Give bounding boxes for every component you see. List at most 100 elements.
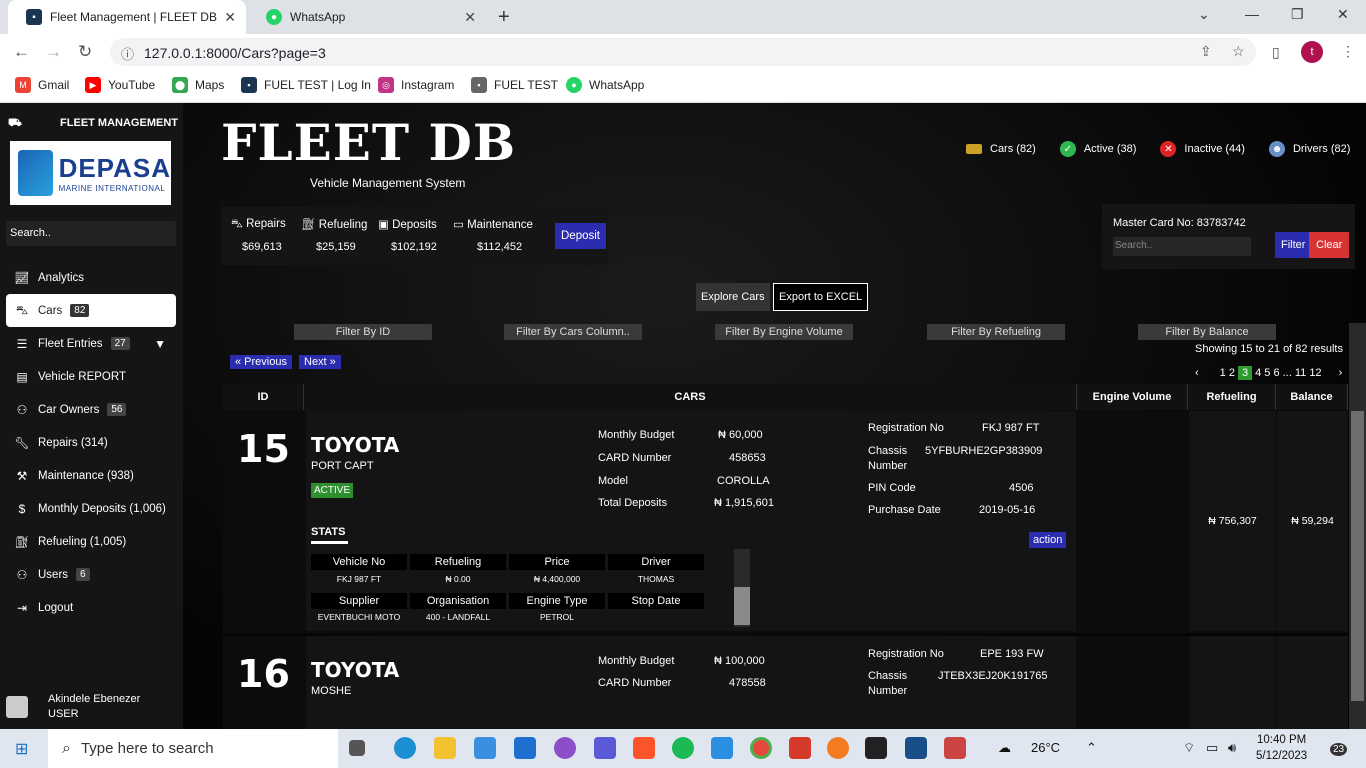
new-tab-button[interactable]: + [498,6,510,29]
header-balance[interactable]: Balance [1276,384,1348,410]
page-links[interactable]: 1 2 [1220,367,1235,379]
chrome-icon[interactable] [750,737,772,759]
sidebar-search-input[interactable]: Search.. [6,221,176,246]
bookmark-instagram[interactable]: ◎ Instagram [378,77,454,93]
info-icon[interactable]: ⓘ [121,44,134,63]
chevron-up-icon[interactable]: ⌃ [1086,740,1097,756]
network-icon[interactable]: ⌔ [1183,740,1195,756]
explore-cars-button[interactable]: Explore Cars [696,283,770,311]
reload-button[interactable]: ↻ [78,42,92,62]
stat-drivers[interactable]: ☻ Drivers (82) [1268,141,1350,157]
office-icon[interactable] [789,737,811,759]
deposit-button[interactable]: Deposit [555,223,606,249]
stat-cars[interactable]: Cars (82) [966,141,1036,157]
next-page-button[interactable]: Next » [299,355,341,369]
stat-inactive[interactable]: ✕ Inactive (44) [1160,141,1245,157]
sidebar-item-refueling[interactable]: ⛽︎ Refueling (1,005) [6,525,176,558]
sidebar-item-maintenance[interactable]: ⚒ Maintenance (938) [6,459,176,492]
spotify-icon[interactable] [672,737,694,759]
sidebar-item-monthly-deposits[interactable]: $ Monthly Deposits (1,006) [6,492,176,525]
action-button[interactable]: action [1029,532,1067,548]
filter-by-cars-column[interactable]: Filter By Cars Column.. [504,324,642,340]
export-excel-button[interactable]: Export to EXCEL [773,283,869,311]
sidebar-item-analytics[interactable]: 📈︎ Analytics [6,261,176,294]
scrollbar-thumb[interactable] [734,587,750,625]
omnibox[interactable]: ⓘ 127.0.0.1:8000/Cars?page=3 ⇪ ☆ [110,38,1256,66]
sidebar-item-repairs[interactable]: 🔧︎ Repairs (314) [6,426,176,459]
bookmark-gmail[interactable]: M Gmail [15,77,69,93]
stats-scrollbar[interactable] [734,549,750,627]
tool-icon[interactable] [944,737,966,759]
close-window-button[interactable]: ✕ [1337,6,1349,23]
terminal-icon[interactable] [865,737,887,759]
weather-icon[interactable]: ☁ [998,740,1011,756]
page-links[interactable]: 4 5 6 ... 11 12 [1255,367,1321,379]
back-button[interactable]: ← [13,42,30,62]
app-icon[interactable] [594,737,616,759]
bookmark-fuel-test[interactable]: ▪ FUEL TEST [471,77,558,93]
notification-badge[interactable]: 23 [1330,743,1348,756]
taskbar-search[interactable]: ⌕ Type here to search [48,729,338,768]
sidebar-item-cars[interactable]: ⛍ Cars 82 [6,294,176,327]
master-search-input[interactable]: Search.. [1113,237,1251,256]
sidebar-item-fleet-entries[interactable]: ☰ Fleet Entries 27 ▼ [6,327,176,360]
profile-avatar[interactable]: t [1301,41,1323,63]
mail-icon[interactable] [514,737,536,759]
user-profile[interactable]: Akindele Ebenezer USER [6,693,140,720]
tab-search-icon[interactable]: ⌄ [1198,6,1210,23]
tab-whatsapp[interactable]: ● WhatsApp ✕ [248,0,486,34]
edge-icon[interactable] [394,737,416,759]
header-id[interactable]: ID [223,384,304,410]
close-icon[interactable]: ✕ [464,9,476,26]
stats-value: ₦ 0.00 [445,574,471,584]
header-engine-volume[interactable]: Engine Volume [1077,384,1188,410]
brave-icon[interactable] [633,737,655,759]
minimize-button[interactable]: — [1245,6,1259,22]
sidepanel-icon[interactable]: ▯ [1272,44,1280,61]
forward-button[interactable]: → [45,42,62,62]
star-icon[interactable]: ☆ [1232,43,1245,60]
restore-button[interactable]: ❐ [1291,6,1304,23]
car-icon: ⛍ [15,302,29,317]
menu-icon[interactable]: ⋮ [1341,43,1355,60]
filter-by-balance[interactable]: Filter By Balance [1138,324,1276,340]
stat-active[interactable]: ✓ Active (38) [1059,141,1136,157]
header-cars[interactable]: CARS [304,384,1077,410]
filter-button[interactable]: Filter [1275,232,1312,258]
tab-fleet-management[interactable]: ▪ Fleet Management | FLEET DB ✕ [8,0,246,34]
close-icon[interactable]: ✕ [224,9,236,26]
bookmark-fuel-test-login[interactable]: ▪ FUEL TEST | Log In [241,77,371,93]
game-icon[interactable] [554,737,576,759]
share-icon[interactable]: ⇪ [1200,43,1212,60]
weather-temp[interactable]: 26°C [1031,740,1060,755]
bookmark-youtube[interactable]: ▶ YouTube [85,77,155,93]
battery-icon[interactable]: ▭ [1206,740,1218,756]
previous-page-button[interactable]: « Previous [230,355,292,369]
firefox-icon[interactable] [827,737,849,759]
clock[interactable]: 10:40 PM 5/12/2023 [1256,732,1307,764]
file-explorer-icon[interactable] [434,737,456,759]
filter-by-id[interactable]: Filter By ID [294,324,432,340]
filter-by-engine-volume[interactable]: Filter By Engine Volume [715,324,853,340]
chevron-left-icon[interactable]: ‹ [1195,367,1199,379]
filter-by-refueling[interactable]: Filter By Refueling [927,324,1065,340]
store-icon[interactable] [474,737,496,759]
header-refueling[interactable]: Refueling [1188,384,1276,410]
app-icon[interactable] [905,737,927,759]
volume-icon[interactable]: 🔊︎ [1228,740,1236,756]
windows-start-icon[interactable]: ⊞ [15,739,28,759]
car-make: TOYOTA [311,433,400,457]
vscode-icon[interactable] [711,737,733,759]
clear-button[interactable]: Clear [1309,232,1350,258]
bookmark-whatsapp[interactable]: ● WhatsApp [566,77,644,93]
chevron-down-icon[interactable]: ▼ [154,337,166,351]
task-view-icon[interactable] [349,740,365,756]
sidebar-item-car-owners[interactable]: ⚇ Car Owners 56 [6,393,176,426]
sidebar-item-users[interactable]: ⚇ Users 6 [6,558,176,591]
sidebar-item-logout[interactable]: ⇥ Logout [6,591,176,624]
bookmark-maps[interactable]: ⬤ Maps [172,77,224,93]
chevron-right-icon[interactable]: › [1339,367,1343,379]
sidebar-item-vehicle-report[interactable]: ▤ Vehicle REPORT [6,360,176,393]
page-scrollbar[interactable] [1349,323,1366,729]
scrollbar-thumb[interactable] [1351,411,1364,701]
